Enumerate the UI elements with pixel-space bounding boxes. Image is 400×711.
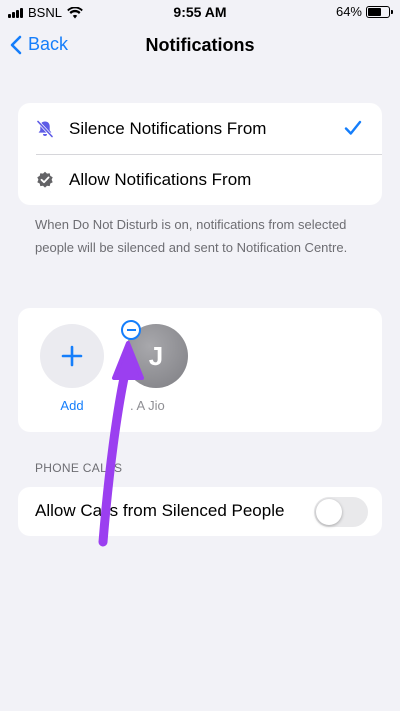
battery-level <box>368 7 381 16</box>
notification-mode-card: Silence Notifications From Allow Notific… <box>18 103 382 205</box>
status-right: 64% <box>335 4 393 19</box>
option-label: Allow Notifications From <box>69 169 252 189</box>
toggle-knob <box>316 499 342 525</box>
page-title: Notifications <box>145 35 255 55</box>
option-silence-notifications[interactable]: Silence Notifications From <box>18 103 382 154</box>
allow-calls-row: Allow Calls from Silenced People <box>18 487 382 536</box>
bell-slash-icon <box>36 119 54 138</box>
allow-calls-label: Allow Calls from Silenced People <box>35 501 285 520</box>
people-card: Add J . A Jio <box>18 308 382 432</box>
battery-icon <box>366 5 393 18</box>
battery-percent: 64% <box>335 4 362 19</box>
avatar-initial: J <box>148 340 164 371</box>
remove-contact-button[interactable] <box>121 320 141 340</box>
section-header-phone-calls: PHONE CALLS <box>35 461 123 475</box>
option-label: Silence Notifications From <box>69 118 267 138</box>
option-allow-notifications[interactable]: Allow Notifications From <box>18 154 382 205</box>
helper-text: When Do Not Disturb is on, notifications… <box>35 217 348 255</box>
checkmark-icon <box>344 120 362 135</box>
add-label[interactable]: Add <box>40 398 104 413</box>
checkmark-seal-icon <box>36 171 54 189</box>
allow-calls-toggle[interactable] <box>314 497 368 527</box>
status-bar: BSNL 9:55 AM 64% <box>0 0 400 24</box>
add-person-button[interactable] <box>40 324 104 388</box>
plus-icon <box>61 345 83 367</box>
contact-name: . A Jio <box>130 398 165 413</box>
minus-icon <box>126 329 136 331</box>
